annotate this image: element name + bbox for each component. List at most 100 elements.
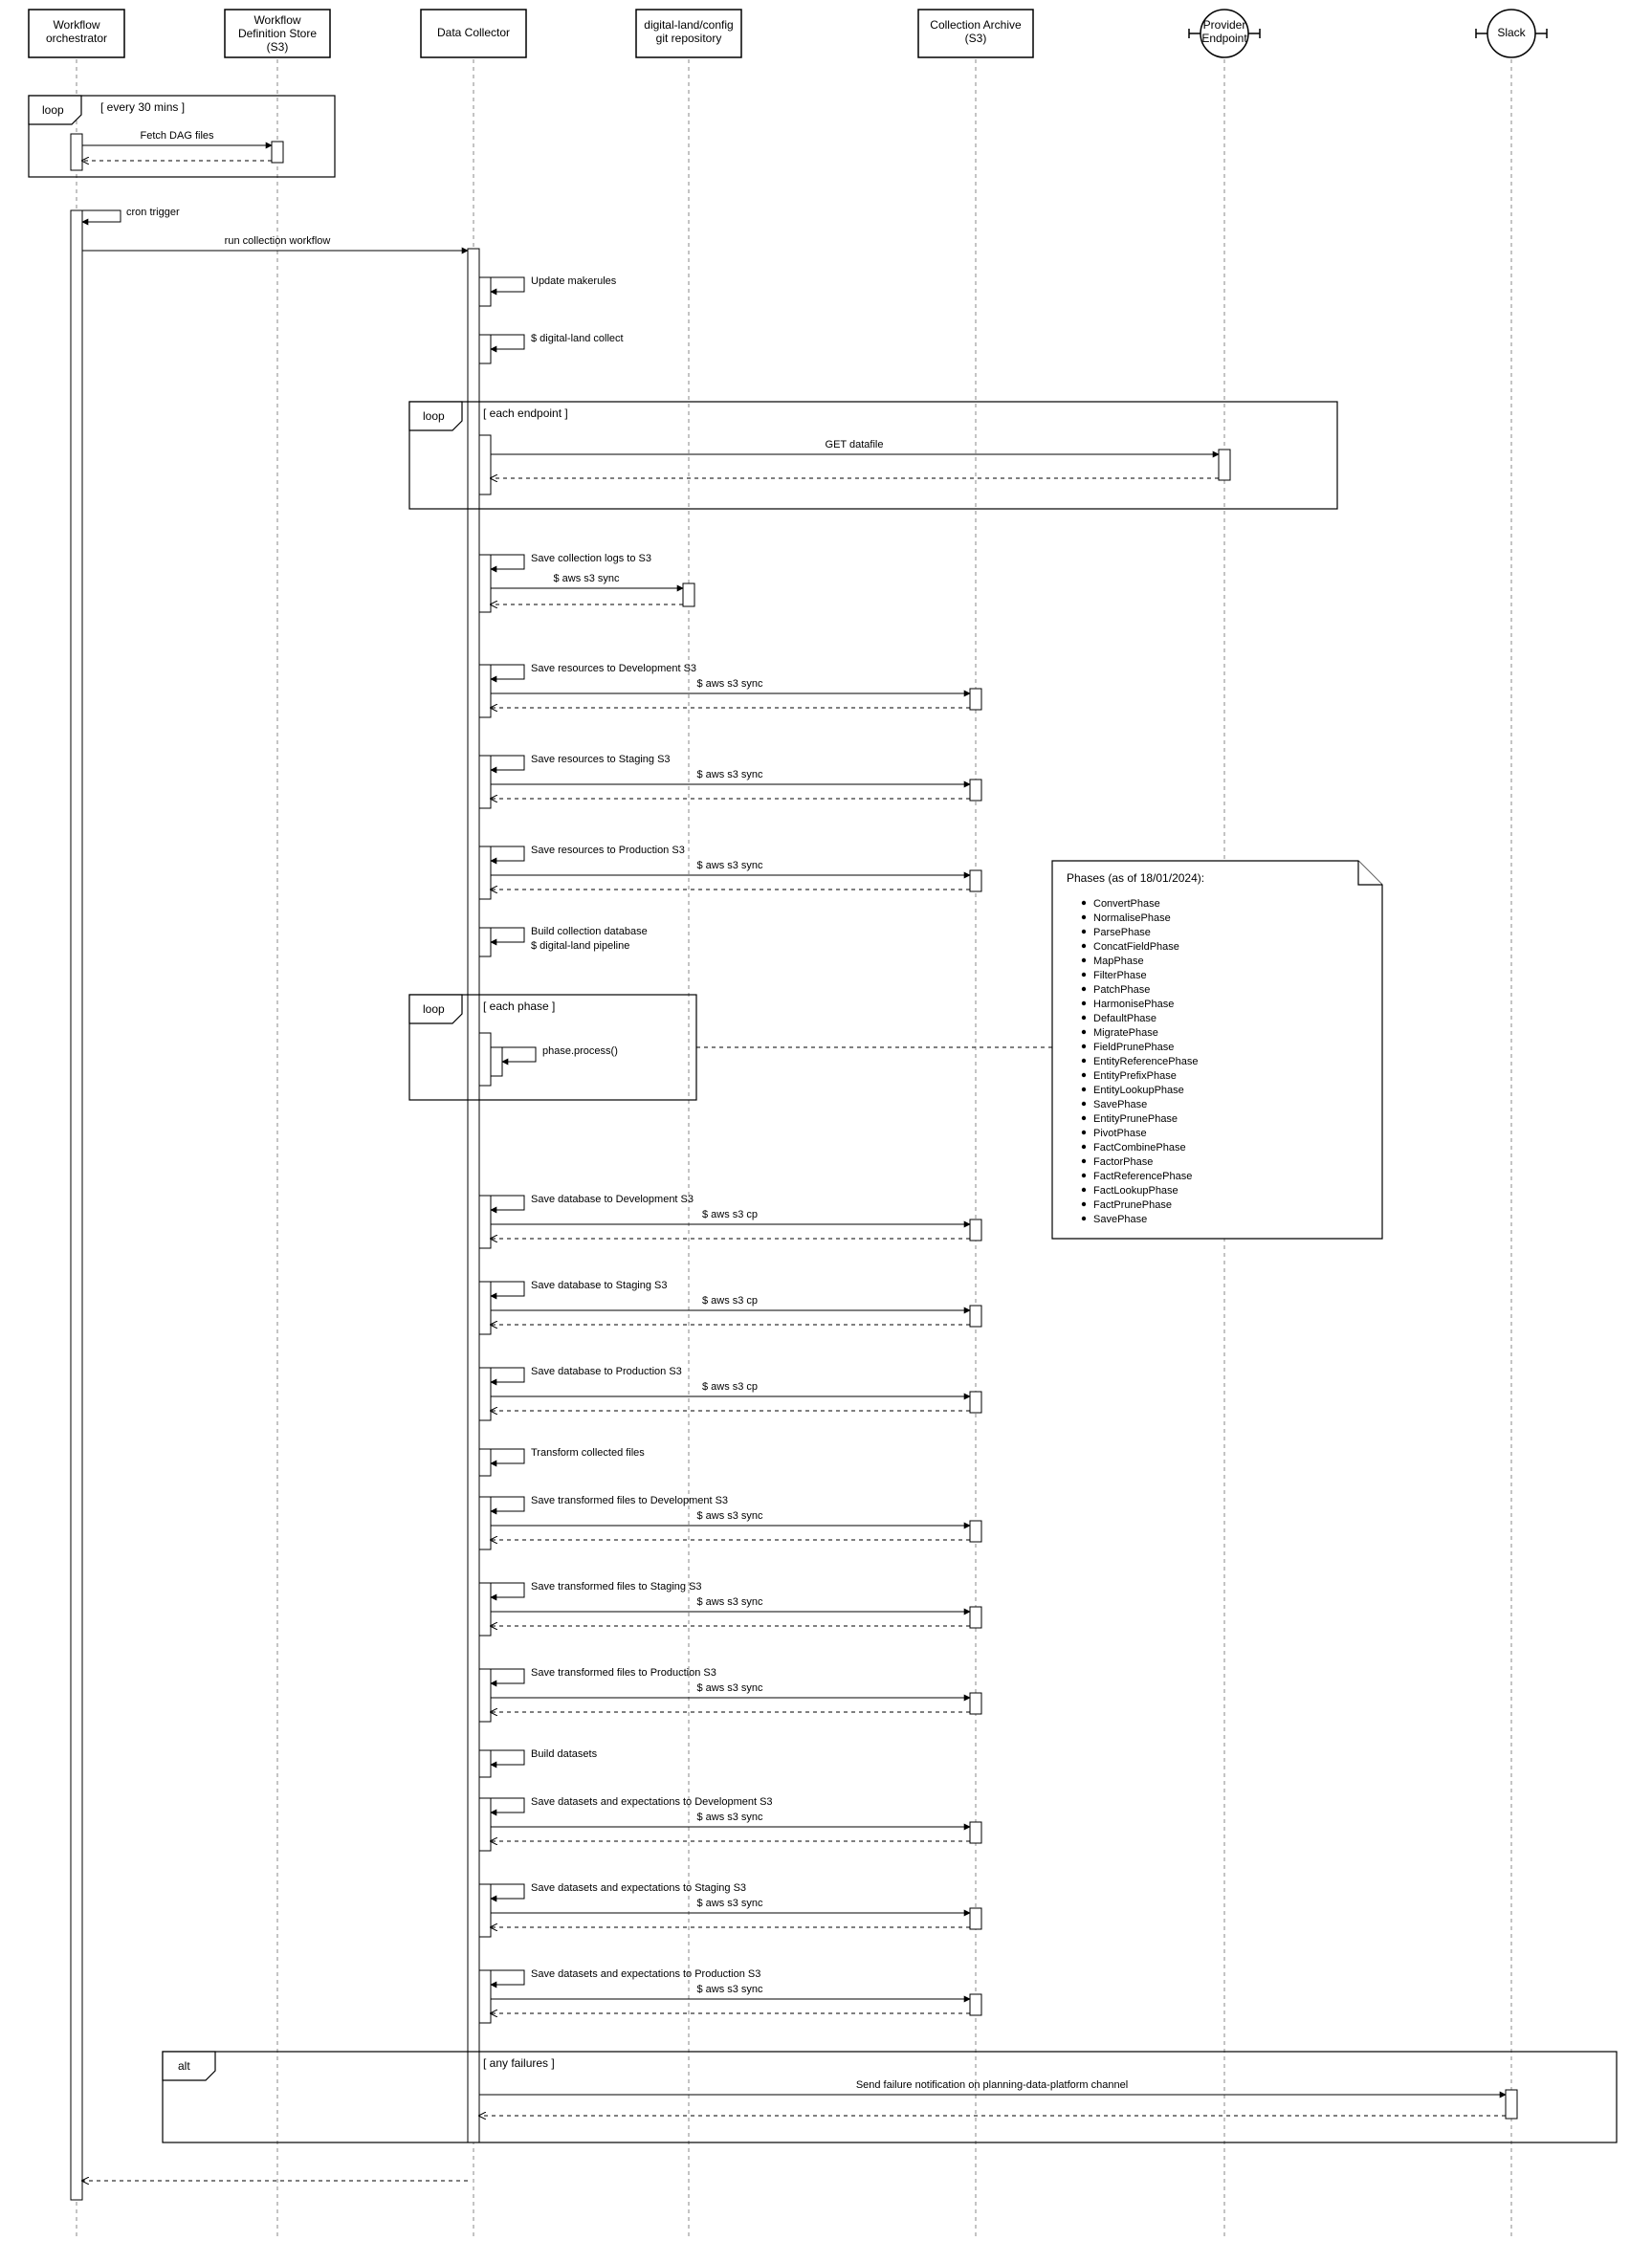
msg-save-data-prod: Save datasets and expectations to Produc… [531, 1968, 760, 1980]
activation-collector-main [468, 249, 479, 2142]
msg-aws-cp-db-stg: $ aws s3 cp [702, 1295, 758, 1307]
group-save-res-dev: Save resources to Development S3 $ aws s… [479, 663, 981, 717]
msg-dl-collect: $ digital-land collect [531, 333, 624, 344]
msg-get-datafile: GET datafile [826, 439, 884, 450]
activation-phase-outer [479, 1033, 491, 1086]
msg-aws-sync-trans-prod: $ aws s3 sync [696, 1682, 763, 1694]
note-item: FactLookupPhase [1093, 1185, 1178, 1197]
msg-save-db-dev: Save database to Development S3 [531, 1194, 694, 1205]
note-item: PatchPhase [1093, 984, 1150, 996]
note-item: EntityReferencePhase [1093, 1056, 1198, 1067]
note-item: MigratePhase [1093, 1027, 1158, 1039]
group-save-trans-dev: Save transformed files to Development S3… [479, 1495, 981, 1549]
msg-aws-sync-trans-dev: $ aws s3 sync [696, 1510, 763, 1522]
msg-aws-sync-trans-stg: $ aws s3 sync [696, 1596, 763, 1608]
note-item: EntityPrunePhase [1093, 1113, 1178, 1125]
msg-phase-process: phase.process() [542, 1045, 618, 1057]
msg-save-trans-prod: Save transformed files to Production S3 [531, 1667, 716, 1679]
msg-aws-sync-res-prod: $ aws s3 sync [696, 860, 763, 871]
note-title: Phases (as of 18/01/2024): [1067, 871, 1204, 885]
note-item: FactCombinePhase [1093, 1142, 1186, 1153]
group-save-trans-prod: Save transformed files to Production S3 … [479, 1667, 981, 1722]
actor-gitrepo-label: digital-land/configgit repository [644, 18, 733, 45]
note-item: HarmonisePhase [1093, 999, 1174, 1010]
msg-save-trans-dev: Save transformed files to Development S3 [531, 1495, 728, 1506]
note-item: PivotPhase [1093, 1128, 1147, 1139]
msg-save-db-prod: Save database to Production S3 [531, 1366, 682, 1377]
actor-provider: ProviderEndpoint [1189, 10, 1260, 57]
msg-run-workflow: run collection workflow [225, 235, 331, 247]
frame-loop-30min-guard: [ every 30 mins ] [100, 100, 185, 114]
msg-update-makerules: Update makerules [531, 275, 617, 287]
note-item: ParsePhase [1093, 927, 1151, 938]
group-save-db-prod: Save database to Production S3 $ aws s3 … [479, 1366, 981, 1420]
msg-aws-sync-res-stg: $ aws s3 sync [696, 769, 763, 780]
group-save-trans-stg: Save transformed files to Staging S3 $ a… [479, 1581, 981, 1636]
note-item: EntityLookupPhase [1093, 1085, 1184, 1096]
msg-save-db-stg: Save database to Staging S3 [531, 1280, 668, 1291]
actor-archive: Collection Archive(S3) [918, 10, 1033, 57]
note-item: MapPhase [1093, 956, 1144, 967]
msg-save-res-dev: Save resources to Development S3 [531, 663, 696, 674]
group-save-db-stg: Save database to Staging S3 $ aws s3 cp [479, 1280, 981, 1334]
msg-transform: Transform collected files [531, 1447, 645, 1459]
msg-aws-sync-res-dev: $ aws s3 sync [696, 678, 763, 690]
actor-orchestrator-label: Workfloworchestrator [46, 18, 107, 45]
activation-defstore-dag [272, 142, 283, 163]
activation-transform [479, 1449, 491, 1476]
msg-aws-sync-data-dev: $ aws s3 sync [696, 1812, 763, 1823]
frame-loop-endpoint: loop [ each endpoint ] [409, 402, 1337, 509]
note-item: ConcatFieldPhase [1093, 941, 1179, 953]
actor-collector: Data Collector [421, 10, 526, 57]
msg-aws-cp-db-dev: $ aws s3 cp [702, 1209, 758, 1220]
msg-send-failure: Send failure notification on planning-da… [856, 2079, 1128, 2091]
activation-provider-get [1219, 450, 1230, 480]
activation-makerules [479, 277, 491, 306]
note-phases: Phases (as of 18/01/2024): ConvertPhase N… [1052, 861, 1382, 1239]
frame-loop-endpoint-tag: loop [423, 409, 445, 423]
msg-aws-sync-logs: $ aws s3 sync [553, 573, 620, 584]
group-save-data-stg: Save datasets and expectations to Stagin… [479, 1882, 981, 1937]
note-item: SavePhase [1093, 1214, 1147, 1225]
frame-loop-phase-tag: loop [423, 1002, 445, 1016]
msg-save-data-stg: Save datasets and expectations to Stagin… [531, 1882, 746, 1894]
note-item: FilterPhase [1093, 970, 1147, 981]
group-save-data-dev: Save datasets and expectations to Develo… [479, 1796, 981, 1851]
actor-orchestrator: Workfloworchestrator [29, 10, 124, 57]
note-item: SavePhase [1093, 1099, 1147, 1110]
msg-save-logs: Save collection logs to S3 [531, 553, 651, 564]
activation-slack [1506, 2090, 1517, 2119]
msg-aws-cp-db-prod: $ aws s3 cp [702, 1381, 758, 1393]
note-item: FactorPhase [1093, 1156, 1153, 1168]
frame-alt-tag: alt [178, 2059, 190, 2073]
actor-collector-label: Data Collector [437, 26, 510, 39]
actor-defstore: WorkflowDefinition Store(S3) [225, 10, 330, 57]
activation-build-datasets [479, 1750, 491, 1777]
note-item: FactPrunePhase [1093, 1199, 1172, 1211]
msg-aws-sync-data-prod: $ aws s3 sync [696, 1984, 763, 1995]
activation-orchestrator-main [71, 210, 82, 2200]
msg-dl-pipeline: $ digital-land pipeline [531, 940, 629, 952]
activation-endpoint-inner [479, 435, 491, 494]
msg-build-datasets: Build datasets [531, 1748, 598, 1760]
activation-orchestrator-dag [71, 134, 82, 170]
note-item: NormalisePhase [1093, 912, 1171, 924]
note-item: ConvertPhase [1093, 898, 1160, 910]
group-save-res-prod: Save resources to Production S3 $ aws s3… [479, 845, 981, 899]
frame-loop-phase-guard: [ each phase ] [483, 1000, 555, 1013]
activation-gitrepo-logs [683, 583, 694, 606]
activation-save-logs [479, 555, 491, 612]
note-item: FieldPrunePhase [1093, 1042, 1174, 1053]
frame-alt: alt [ any failures ] [163, 2052, 1617, 2142]
frame-loop-30min-tag: loop [42, 103, 64, 117]
actor-slack-label: Slack [1497, 26, 1526, 39]
actor-gitrepo: digital-land/configgit repository [636, 10, 741, 57]
actor-slack: Slack [1476, 10, 1547, 57]
msg-save-res-stg: Save resources to Staging S3 [531, 754, 671, 765]
note-item: EntityPrefixPhase [1093, 1070, 1177, 1082]
group-save-res-stg: Save resources to Staging S3 $ aws s3 sy… [479, 754, 981, 808]
msg-save-data-dev: Save datasets and expectations to Develo… [531, 1796, 773, 1808]
msg-aws-sync-data-stg: $ aws s3 sync [696, 1898, 763, 1909]
group-save-db-dev: Save database to Development S3 $ aws s3… [479, 1194, 981, 1248]
group-save-data-prod: Save datasets and expectations to Produc… [479, 1968, 981, 2023]
